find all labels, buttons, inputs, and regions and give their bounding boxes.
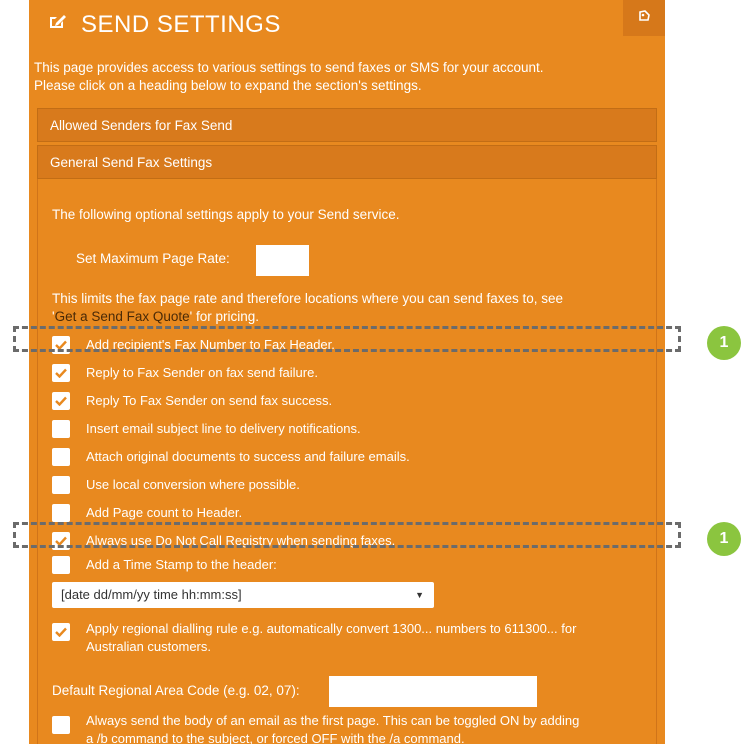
annotation-badge: 1 — [707, 522, 741, 556]
regional-rule-checkbox[interactable] — [52, 623, 70, 641]
option-checkbox-reply-success[interactable] — [52, 392, 70, 410]
regional-rule-line-1: Apply regional dialling rule e.g. automa… — [86, 621, 577, 636]
intro-line-2: Please click on a heading below to expan… — [34, 78, 422, 93]
rate-limit-line-1: This limits the fax page rate and theref… — [52, 291, 564, 306]
intro-text: This page provides access to various set… — [34, 59, 658, 95]
option-checkbox-attach-docs[interactable] — [52, 448, 70, 466]
checkmark-icon — [55, 396, 67, 406]
section-general-send-fax[interactable]: General Send Fax Settings — [37, 145, 657, 179]
regional-rule-line-2: Australian customers. — [86, 639, 211, 654]
chevron-down-icon: ▼ — [415, 590, 424, 600]
area-code-input[interactable] — [329, 676, 537, 707]
timestamp-format-select[interactable]: [date dd/mm/yy time hh:mm:ss] ▼ — [52, 582, 434, 608]
timestamp-format-value: [date dd/mm/yy time hh:mm:ss] — [61, 587, 242, 602]
send-settings-panel: SEND SETTINGS This page provides access … — [29, 0, 665, 744]
option-label: Reply To Fax Sender on send fax success. — [86, 393, 333, 408]
email-body-label: Always send the body of an email as the … — [86, 712, 656, 744]
max-page-rate-label: Set Maximum Page Rate: — [76, 251, 230, 266]
quote-close: ' for pricing. — [189, 309, 260, 324]
checkmark-icon — [55, 368, 67, 378]
regional-rule-label: Apply regional dialling rule e.g. automa… — [86, 620, 656, 656]
intro-line-1: This page provides access to various set… — [34, 60, 544, 75]
option-label: Add Page count to Header. — [86, 505, 243, 520]
title-bar: SEND SETTINGS — [29, 0, 665, 48]
option-checkbox-local-conversion[interactable] — [52, 476, 70, 494]
rate-limit-note: This limits the fax page rate and theref… — [52, 290, 652, 326]
pin-icon — [637, 9, 651, 28]
page-title: SEND SETTINGS — [81, 11, 281, 38]
max-page-rate-input[interactable] — [256, 245, 309, 276]
option-label: Insert email subject line to delivery no… — [86, 421, 361, 436]
area-code-label: Default Regional Area Code (e.g. 02, 07)… — [52, 683, 300, 698]
send-fax-quote-link[interactable]: Get a Send Fax Quote — [55, 309, 190, 324]
general-description: The following optional settings apply to… — [52, 207, 400, 222]
email-body-checkbox[interactable] — [52, 716, 70, 734]
rate-limit-line-2: 'Get a Send Fax Quote' for pricing. — [52, 308, 652, 326]
highlight-box-fax-number — [13, 326, 681, 352]
option-label: Attach original documents to success and… — [86, 449, 410, 464]
pin-button[interactable] — [623, 0, 665, 36]
option-checkbox-reply-failure[interactable] — [52, 364, 70, 382]
checkmark-icon — [55, 627, 67, 637]
edit-icon — [48, 13, 68, 31]
email-body-line-1: Always send the body of an email as the … — [86, 713, 580, 728]
annotation-badge: 1 — [707, 326, 741, 360]
option-checkbox-page-count[interactable] — [52, 504, 70, 522]
option-label: Reply to Fax Sender on fax send failure. — [86, 365, 318, 380]
email-body-line-2: a /b command to the subject, or forced O… — [86, 731, 465, 744]
highlight-box-dnc-registry — [13, 522, 681, 548]
section-allowed-senders[interactable]: Allowed Senders for Fax Send — [37, 108, 657, 142]
option-checkbox-email-subject[interactable] — [52, 420, 70, 438]
option-label: Add a Time Stamp to the header: — [86, 557, 277, 572]
option-checkbox-time-stamp[interactable] — [52, 556, 70, 574]
option-label: Use local conversion where possible. — [86, 477, 300, 492]
